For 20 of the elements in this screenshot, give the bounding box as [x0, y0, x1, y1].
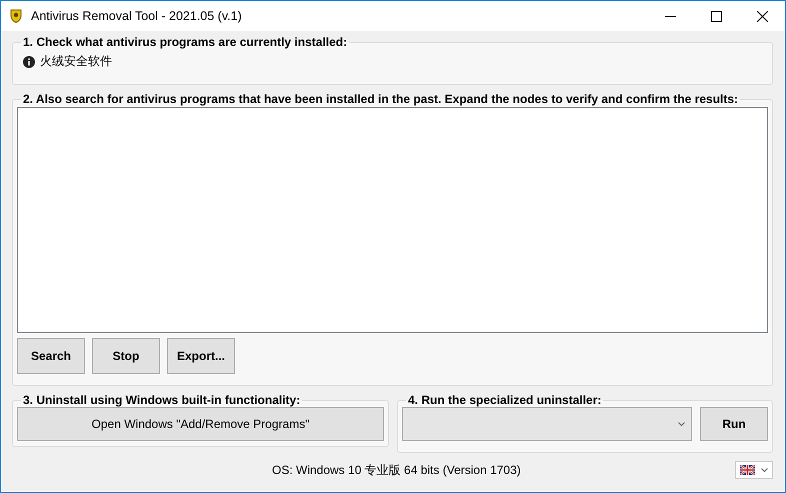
action-button[interactable]: Export...	[167, 338, 235, 374]
group-title: 1. Check what antivirus programs are currently installed:	[22, 35, 348, 49]
maximize-icon[interactable]	[711, 10, 722, 22]
info-icon	[23, 56, 35, 68]
action-button[interactable]: Search	[17, 338, 85, 374]
language-dropdown[interactable]	[735, 461, 773, 479]
window-title: Antivirus Removal Tool - 2021.05 (v.1)	[31, 9, 242, 23]
close-icon[interactable]	[757, 10, 768, 22]
run-button[interactable]: Run	[700, 407, 768, 441]
flag-icon	[740, 465, 755, 475]
group-title: 4. Run the specialized uninstaller:	[407, 393, 602, 407]
os-info: OS: Windows 10 专业版 64 bits (Version 1703)	[272, 462, 521, 478]
group-title: 3. Uninstall using Windows built-in functionality:	[22, 393, 302, 407]
open-programs-button[interactable]: Open Windows "Add/Remove Programs"	[17, 407, 384, 441]
shield-icon	[10, 9, 22, 23]
chevron-down-icon	[678, 422, 685, 426]
program-name: 火绒安全软件	[40, 53, 112, 70]
action-button[interactable]: Stop	[92, 338, 160, 374]
group-title: 2. Also search for antivirus programs that have been installed in the past. Expand the nodes to verify and confirm the results:	[22, 92, 740, 106]
chevron-down-icon	[761, 468, 768, 472]
